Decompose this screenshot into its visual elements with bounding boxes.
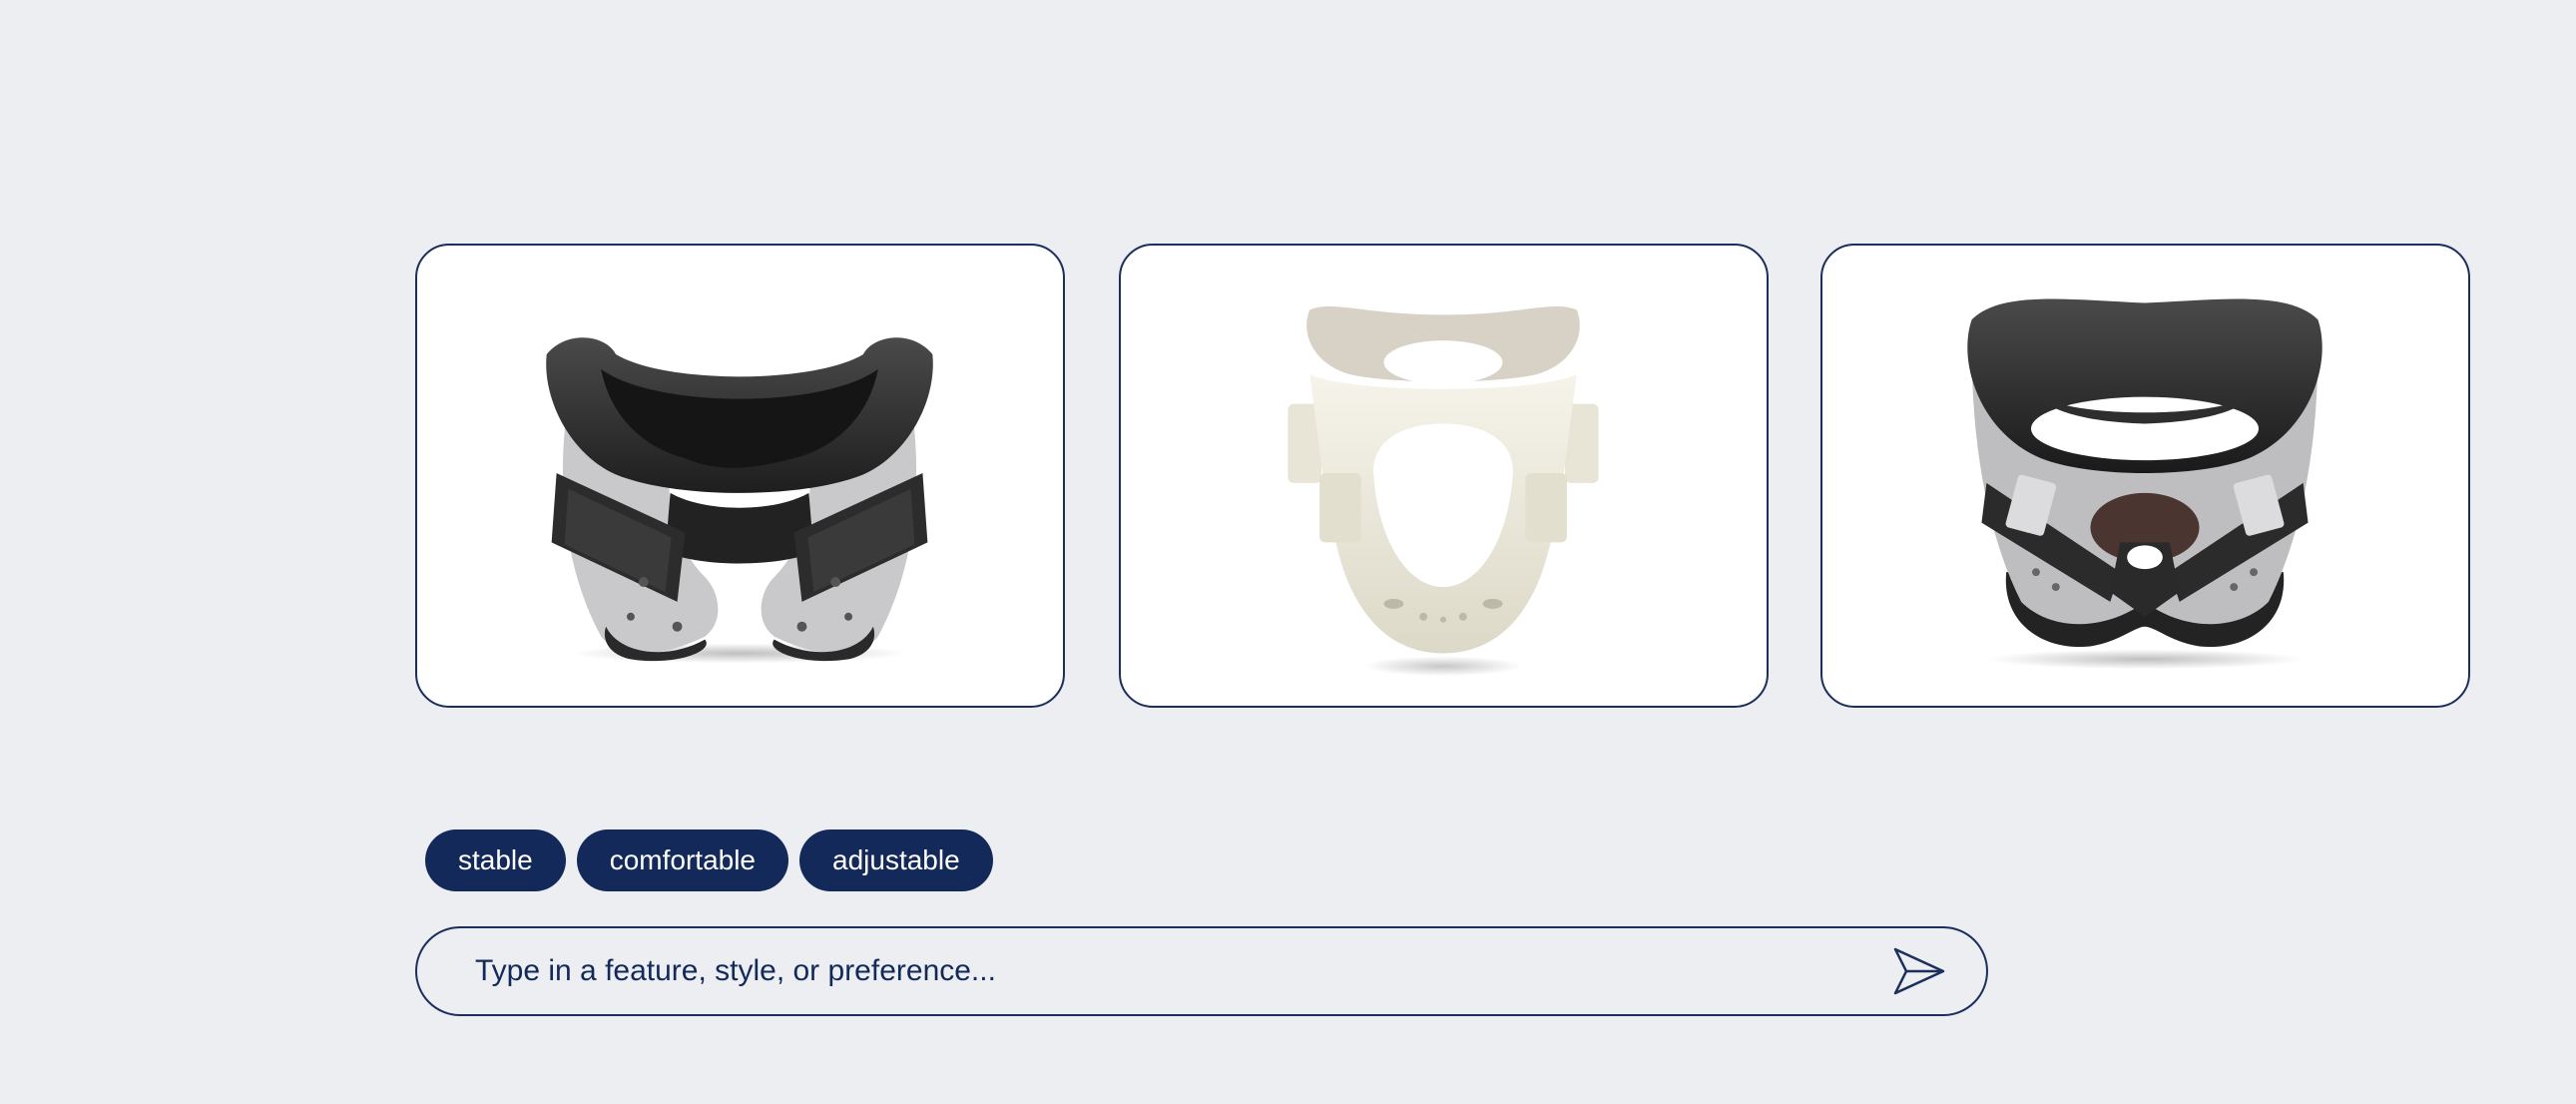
chip-comfortable[interactable]: comfortable xyxy=(576,829,789,891)
chip-stable[interactable]: stable xyxy=(425,829,566,891)
send-button[interactable] xyxy=(1890,944,1948,998)
send-arrow-icon xyxy=(1893,947,1945,995)
preference-input[interactable] xyxy=(475,928,1852,1014)
product-card-1[interactable] xyxy=(415,244,1065,708)
cervical-collar-cream-image xyxy=(1288,306,1599,677)
product-card-2[interactable] xyxy=(1119,244,1769,708)
chip-adjustable[interactable]: adjustable xyxy=(799,829,993,891)
preference-input-bar xyxy=(415,926,1988,1016)
cervical-collar-padded-image xyxy=(1967,298,2322,670)
tag-chips: stable comfortable adjustable xyxy=(425,829,993,891)
product-card-3[interactable] xyxy=(1820,244,2470,708)
cervical-collar-black-gray-image xyxy=(546,337,933,664)
